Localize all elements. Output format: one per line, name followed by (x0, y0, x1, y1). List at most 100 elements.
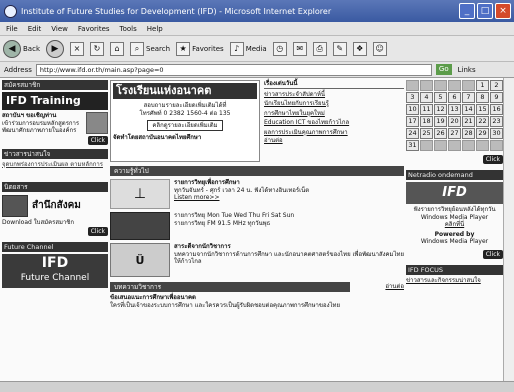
bottom-article-title[interactable]: ข้อเสนอแนะการศึกษาเพื่ออนาคต (110, 294, 404, 302)
magazine-download-link[interactable]: Download ใบสมัครสมาชิก (2, 219, 108, 227)
focus-item[interactable]: ข่าวสารและกิจกรรมน่าสนใจ (406, 277, 503, 285)
qa-link[interactable]: จุดบกพร่องการประเมินผล ตามหลักการ (2, 161, 108, 179)
bottom-more-link[interactable]: อ่านต่อ (385, 283, 404, 291)
listen-more-link[interactable]: Listen more>> (174, 194, 404, 202)
web-page: สมัครสมาชิก IFD Training สถาบันฯ ขอเชิญท… (0, 78, 503, 381)
search-button[interactable]: ⌕ Search (130, 41, 170, 56)
calendar-day[interactable]: 4 (420, 92, 433, 103)
antenna-icon: ⊥ (110, 179, 170, 209)
go-button[interactable]: Go (435, 64, 452, 75)
menu-file[interactable]: File (6, 25, 18, 33)
column-text: บทความจากนักวิชาการด้านการศึกษา และนักอน… (174, 250, 405, 266)
home-icon[interactable]: ⌂ (110, 41, 124, 56)
netradio-logo[interactable]: IFD (406, 182, 503, 204)
calendar-day[interactable]: 22 (476, 116, 489, 127)
calendar-day[interactable]: 19 (434, 116, 447, 127)
calendar-day[interactable]: 26 (434, 128, 447, 139)
news-item[interactable]: ผลการประเมินคุณภาพการศึกษา (264, 129, 404, 137)
calendar-blank (462, 140, 475, 151)
calendar-blank (448, 140, 461, 151)
calendar-day[interactable]: 20 (448, 116, 461, 127)
calendar-day[interactable]: 13 (448, 104, 461, 115)
calendar-day[interactable]: 10 (406, 104, 419, 115)
address-input[interactable]: http://www.ifd.or.th/main.asp?page=0 (35, 63, 432, 76)
vertical-scrollbar[interactable] (503, 78, 514, 381)
news-item[interactable]: นักเรียนไทยกับการเรียนรู้ (264, 100, 404, 108)
netradio-powered: Powered by (434, 230, 475, 238)
banner-more-button[interactable]: คลิกดูรายละเอียดเพิ่มเติม (147, 120, 223, 131)
stop-icon[interactable]: × (70, 41, 84, 56)
right-column: 1 2 3 4 5 6 7 8 9 10 11 12 13 14 15 16 17 18 19 20 21 22 23 24 2… (406, 80, 503, 284)
calendar-day[interactable]: 31 (406, 140, 419, 151)
netradio-click-link[interactable]: คลิกที่นี่ (406, 221, 503, 229)
calendar-day[interactable]: 17 (406, 116, 419, 127)
calendar-day[interactable]: 29 (476, 128, 489, 139)
calendar-day[interactable]: 21 (462, 116, 475, 127)
news-item[interactable]: ข่าวสารประจำสัปดาห์นี้ (264, 91, 404, 99)
back-button[interactable]: ◀ Back (3, 39, 40, 58)
banner-note: จัดทำโดยสถาบันอนาคตไทยศึกษา (113, 134, 202, 141)
calendar-day[interactable]: 5 (434, 92, 447, 103)
training-click-button[interactable]: Click (87, 135, 108, 145)
print-icon[interactable]: ⎙ (312, 41, 327, 56)
future-channel-banner[interactable]: IFD Future Channel (2, 254, 108, 288)
menu-help[interactable]: Help (147, 25, 163, 33)
links-button[interactable]: Links (458, 66, 476, 74)
calendar-day[interactable]: 12 (434, 104, 447, 115)
radio2-text: รายการวิทยุ Mon Tue Wed Thu Fri Sat Sun (174, 212, 295, 219)
calendar-day[interactable]: 16 (490, 104, 503, 115)
column-image[interactable]: Ü (110, 243, 170, 277)
bottom-article-text: ใครที่เป็นเจ้าของระบบการศึกษา และใครควรเ… (110, 301, 341, 309)
title-bar: Institute of Future Studies for Developm… (0, 0, 514, 22)
calendar-day[interactable]: 11 (420, 104, 433, 115)
radio-program-image[interactable] (110, 212, 170, 240)
future-channel-logo: IFD (41, 255, 69, 271)
forward-arrow-icon[interactable]: ▶ (46, 39, 64, 58)
calendar-day[interactable]: 1 (476, 80, 489, 91)
netradio-click-button[interactable]: Click (482, 249, 503, 259)
news-item[interactable]: Education ICT ของไทยก้าวไกล (264, 119, 404, 127)
ie-icon (4, 4, 17, 18)
calendar-day[interactable]: 8 (476, 92, 489, 103)
banner-box: โรงเรียนแห่งอนาคต สอบถามรายละเอียดเพิ่มเ… (110, 80, 260, 162)
calendar-day[interactable]: 28 (462, 128, 475, 139)
messenger-icon[interactable]: ☺ (372, 41, 387, 56)
calendar-day[interactable]: 23 (490, 116, 503, 127)
calendar-day[interactable]: 9 (490, 92, 503, 103)
mail-icon[interactable]: ✉ (292, 41, 307, 56)
calendar-blank (434, 80, 447, 91)
menu-tools[interactable]: Tools (120, 25, 137, 33)
magazine-click-button[interactable]: Click (87, 227, 108, 236)
close-button[interactable]: × (495, 3, 511, 19)
menu-edit[interactable]: Edit (28, 25, 42, 33)
news-more-link[interactable]: อ่านต่อ (264, 137, 404, 145)
minimize-button[interactable]: _ (459, 3, 475, 19)
training-title: สถาบันฯ ขอเชิญท่าน (2, 112, 57, 119)
menu-view[interactable]: View (51, 25, 68, 33)
calendar-day[interactable]: 25 (420, 128, 433, 139)
discuss-icon[interactable]: ❖ (352, 41, 367, 56)
calendar-day[interactable]: 6 (448, 92, 461, 103)
magazine-cover[interactable] (2, 194, 28, 217)
favorites-button[interactable]: ★ Favorites (176, 41, 224, 56)
history-icon[interactable]: ◷ (272, 41, 287, 56)
news-item[interactable]: การศึกษาไทยในยุคใหม่ (264, 110, 404, 118)
calendar-day[interactable]: 27 (448, 128, 461, 139)
calendar-click-button[interactable]: Click (482, 155, 503, 164)
calendar-blank (420, 80, 433, 91)
edit-icon[interactable]: ✎ (332, 41, 347, 56)
banner-text1: สอบถามรายละเอียดเพิ่มเติมได้ที่ (143, 102, 227, 109)
menu-favorites[interactable]: Favorites (78, 25, 110, 33)
calendar-day[interactable]: 3 (406, 92, 419, 103)
calendar-day[interactable]: 24 (406, 128, 419, 139)
calendar-day[interactable]: 14 (462, 104, 475, 115)
ifd-training-banner[interactable]: IFD Training (2, 92, 108, 110)
calendar-day[interactable]: 18 (420, 116, 433, 127)
calendar-day[interactable]: 7 (462, 92, 475, 103)
calendar-day[interactable]: 2 (490, 80, 503, 91)
maximize-button[interactable]: □ (477, 3, 493, 19)
refresh-icon[interactable]: ↻ (90, 41, 104, 56)
calendar-day[interactable]: 30 (490, 128, 503, 139)
media-button[interactable]: ♪ Media (229, 41, 267, 56)
calendar-day[interactable]: 15 (476, 104, 489, 115)
